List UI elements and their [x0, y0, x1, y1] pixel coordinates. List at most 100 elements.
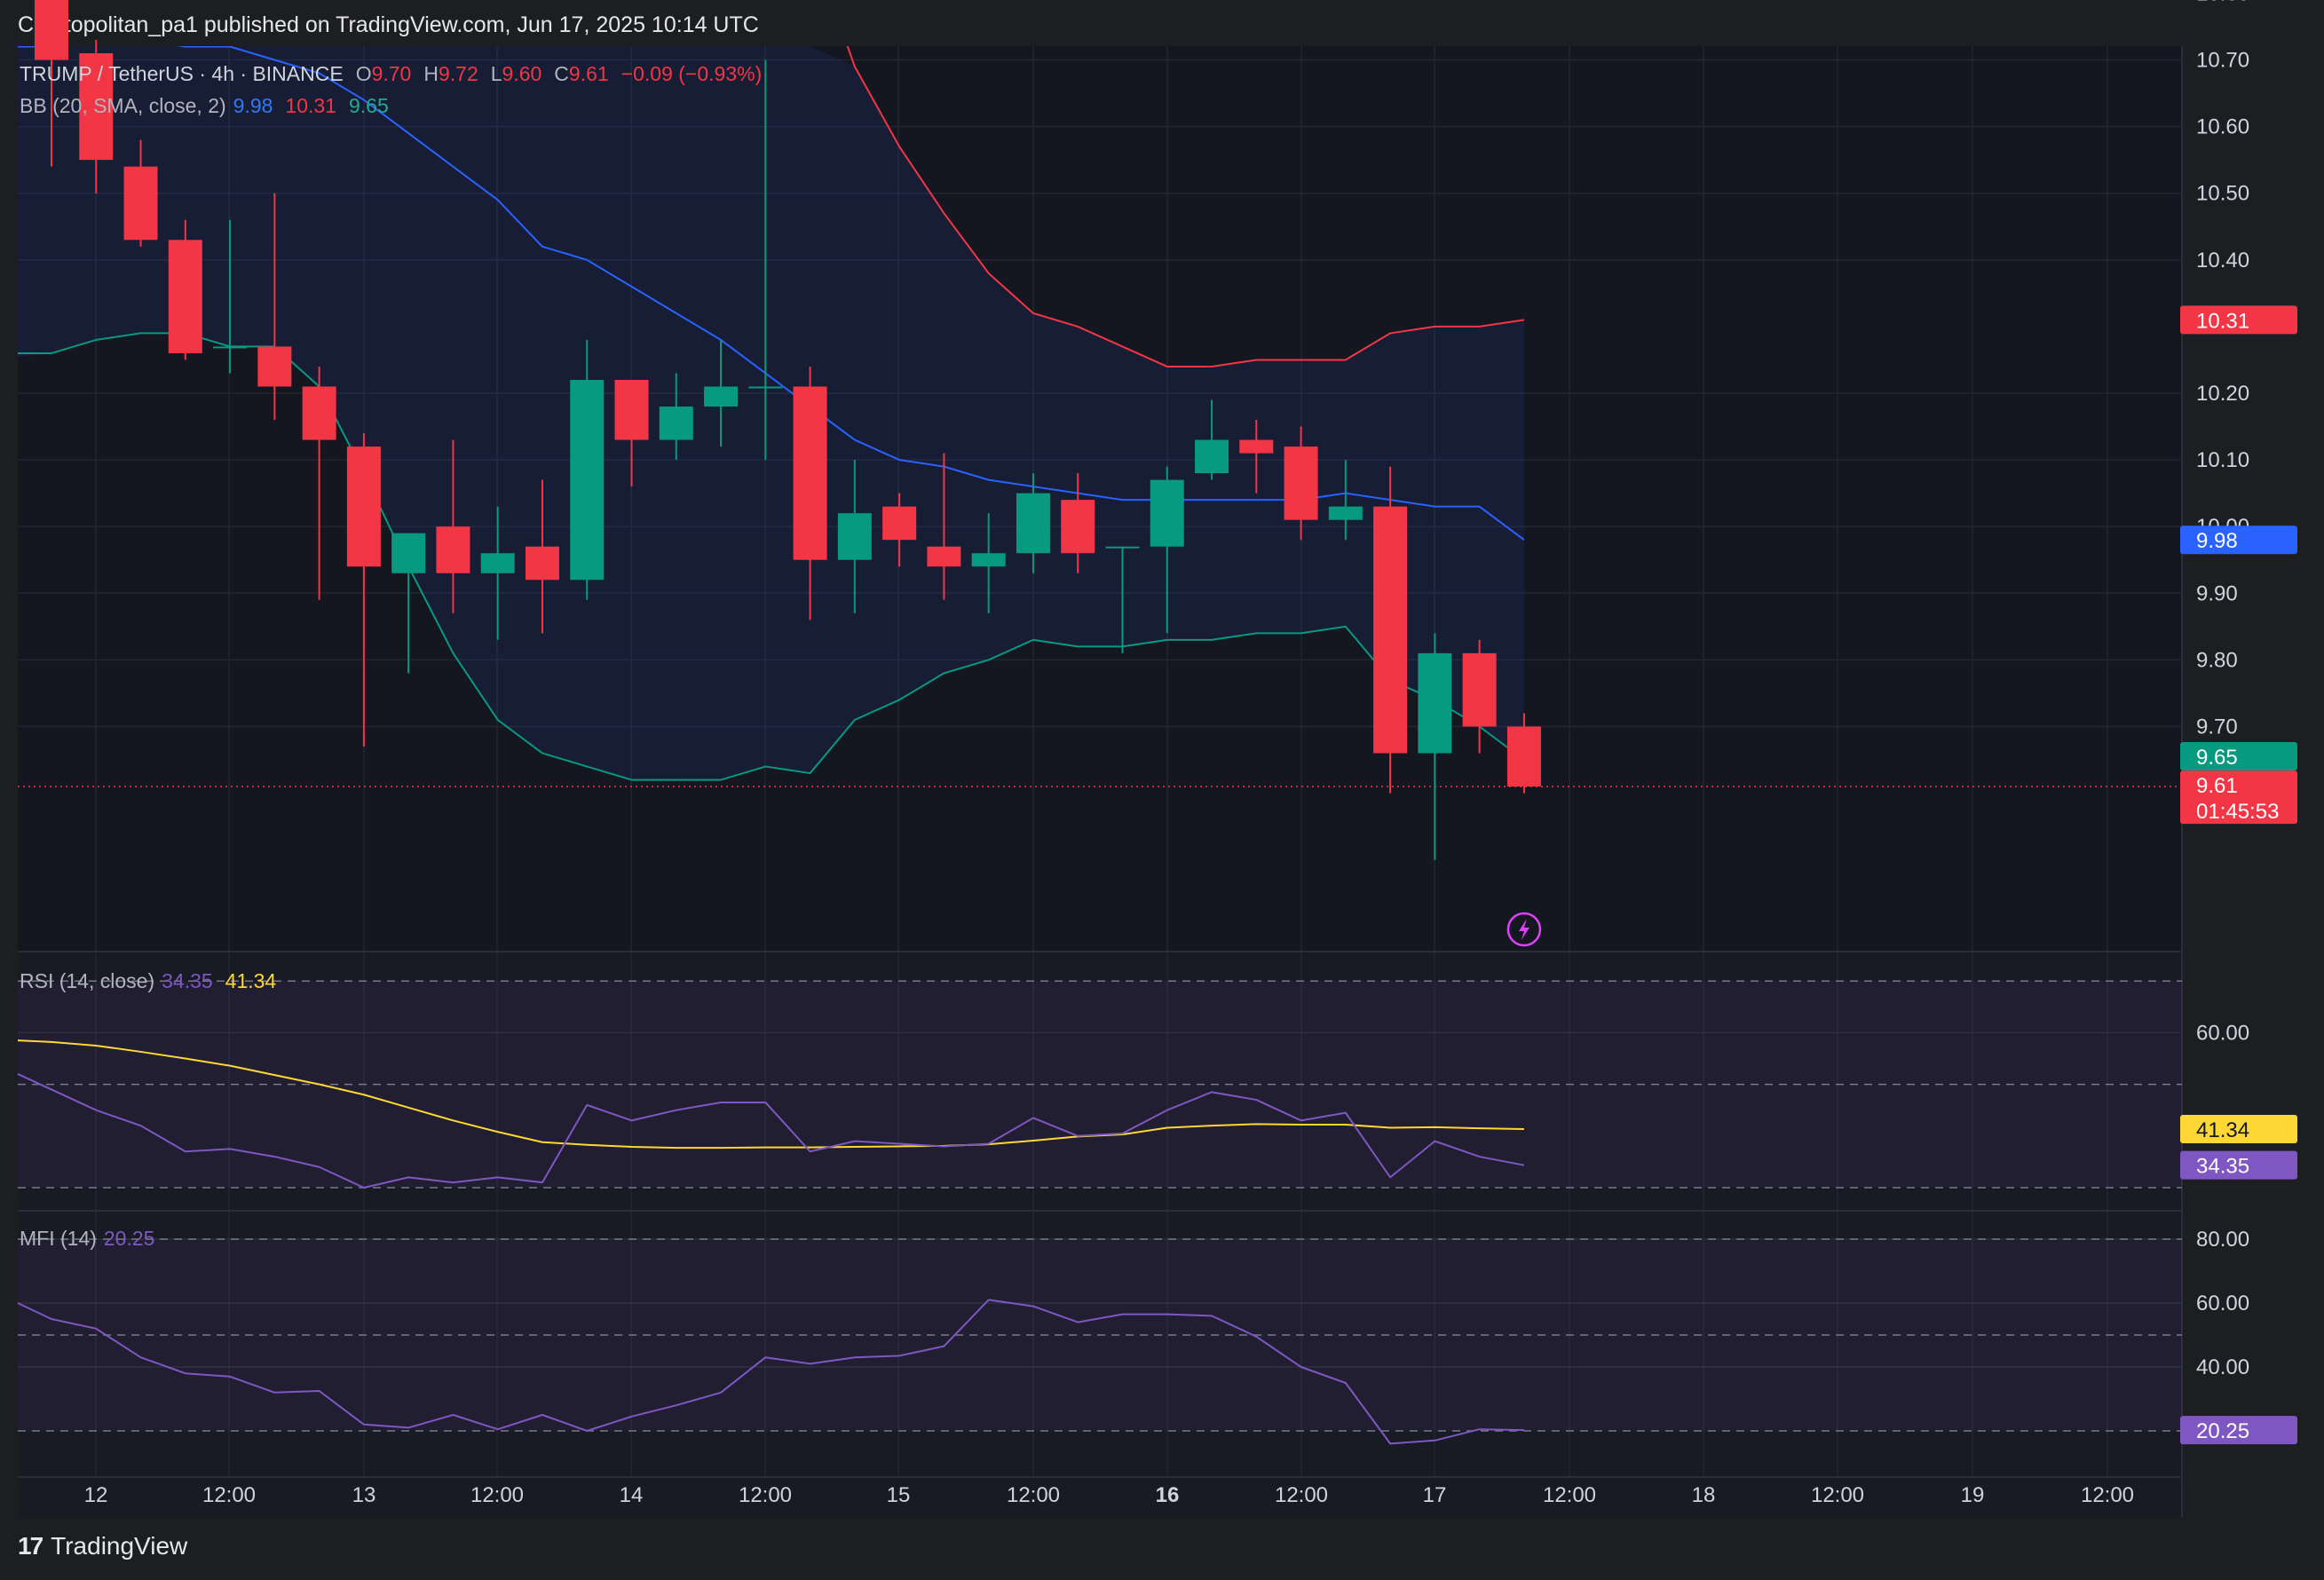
candle-body — [570, 379, 605, 581]
time-tick-label: 12:00 — [1811, 1483, 1864, 1507]
time-tick-label: 18 — [1692, 1483, 1716, 1507]
candle-body — [882, 506, 917, 541]
candle-body — [480, 553, 515, 573]
candle-body — [1239, 439, 1274, 454]
mfi-legend[interactable]: MFI (14) 20.25 — [20, 1227, 154, 1251]
time-tick-label: 15 — [887, 1483, 911, 1507]
candle-body — [213, 346, 248, 349]
mfi-tick-label: 80.00 — [2196, 1228, 2249, 1252]
price-tick-label: 10.80 — [2196, 0, 2249, 5]
candle[interactable] — [1373, 466, 1408, 794]
time-tick-label: 12:00 — [2081, 1483, 2134, 1507]
bb-title[interactable]: BB (20, SMA, close, 2) — [20, 94, 226, 118]
candle-body — [659, 407, 693, 440]
candle-body — [1462, 652, 1497, 727]
candle-body — [704, 386, 739, 407]
rsi-tag-text: 34.35 — [2196, 1155, 2249, 1179]
mfi-band-fill — [18, 1239, 2182, 1431]
candle-body — [1105, 546, 1140, 549]
rsi-tag: 34.35 — [2180, 1150, 2297, 1180]
candle-body — [837, 513, 872, 560]
price-tick-label: 9.90 — [2196, 581, 2238, 605]
candle-body — [1373, 506, 1408, 754]
candle-body — [302, 386, 336, 440]
time-tick-label: 13 — [352, 1483, 376, 1507]
symbol-legend[interactable]: TRUMP / TetherUS · 4h · BINANCE O 9.70 H… — [20, 62, 762, 86]
candle-body — [1506, 726, 1541, 787]
time-tick-label: 12:00 — [1275, 1483, 1328, 1507]
candle-body — [1195, 439, 1229, 474]
time-tick-label: 19 — [1961, 1483, 1985, 1507]
tradingview-logo-icon: 17 — [18, 1532, 43, 1560]
bb-lower-value: 9.65 — [348, 94, 389, 117]
time-tick-label: 17 — [1423, 1483, 1447, 1507]
time-tick-label: 12:00 — [1543, 1483, 1596, 1507]
high-label: H — [423, 62, 439, 85]
rsi-ma-value: 41.34 — [225, 969, 277, 992]
time-tick-label: 12:00 — [1007, 1483, 1060, 1507]
time-tick-label: 12:00 — [739, 1483, 792, 1507]
mfi-title[interactable]: MFI (14) — [20, 1227, 97, 1251]
price-tick-label: 10.20 — [2196, 382, 2249, 406]
rsi-ma-tag: 41.34 — [2180, 1115, 2297, 1144]
chart-canvas[interactable]: 10.8010.7010.6010.5010.4010.2010.1010.00… — [0, 0, 2324, 1580]
rsi-legend[interactable]: RSI (14, close) 34.35 41.34 — [20, 969, 276, 993]
candle-body — [346, 446, 381, 567]
candle-body — [436, 526, 470, 573]
low-label: L — [490, 62, 502, 85]
candle-body — [1061, 500, 1095, 554]
last-price-tag-countdown: 01:45:53 — [2196, 800, 2279, 824]
candle-body — [614, 379, 649, 440]
price-tick-label: 10.60 — [2196, 115, 2249, 139]
candle-body — [35, 0, 68, 60]
brand-name: TradingView — [51, 1532, 188, 1560]
candle-body — [1328, 506, 1363, 520]
open-label: O — [355, 62, 372, 85]
symbol-title[interactable]: TRUMP / TetherUS · 4h · BINANCE — [20, 62, 344, 86]
candle-body — [748, 386, 783, 389]
change-value: −0.09 (−0.93%) — [621, 62, 763, 85]
candle-body — [168, 240, 202, 353]
mfi-tag: 20.25 — [2180, 1416, 2297, 1445]
time-tick-label: 16 — [1156, 1483, 1180, 1507]
bb-upper-tag: 10.31 — [2180, 305, 2297, 335]
low-value: 9.60 — [502, 62, 542, 85]
bb-basis-tag-text: 9.98 — [2196, 529, 2238, 553]
candle-body — [391, 533, 426, 573]
mfi-tick-label: 60.00 — [2196, 1292, 2249, 1315]
last-price-tag: 9.6101:45:53 — [2180, 770, 2297, 825]
close-label: C — [554, 62, 569, 85]
mfi-value: 20.25 — [103, 1227, 155, 1250]
price-tick-label: 9.70 — [2196, 715, 2238, 739]
tradingview-footer[interactable]: 17 TradingView — [18, 1532, 187, 1560]
price-tick-label: 10.50 — [2196, 182, 2249, 206]
price-tick-label: 10.10 — [2196, 448, 2249, 472]
price-tick-label: 9.80 — [2196, 648, 2238, 672]
bb-upper-tag-text: 10.31 — [2196, 309, 2249, 333]
last-price-tag-text: 9.61 — [2196, 774, 2238, 798]
time-tick-label: 12:00 — [202, 1483, 256, 1507]
rsi-ma-tag-text: 41.34 — [2196, 1118, 2249, 1142]
bb-lower-tag-text: 9.65 — [2196, 746, 2238, 770]
candle[interactable] — [168, 219, 202, 360]
bb-lower-tag: 9.65 — [2180, 742, 2297, 771]
rsi-value: 34.35 — [162, 969, 213, 992]
candle-body — [123, 166, 158, 241]
bb-basis-tag: 9.98 — [2180, 525, 2297, 555]
time-tick-label: 12 — [84, 1483, 108, 1507]
candle-body — [1150, 479, 1184, 547]
rsi-title[interactable]: RSI (14, close) — [20, 969, 154, 993]
candle-body — [1418, 652, 1452, 754]
bb-upper-value: 10.31 — [285, 94, 336, 117]
bb-legend[interactable]: BB (20, SMA, close, 2) 9.98 10.31 9.65 — [20, 94, 389, 118]
bb-basis-value: 9.98 — [233, 94, 273, 117]
price-tick-label: 10.40 — [2196, 249, 2249, 273]
candle-body — [1016, 493, 1050, 554]
mfi-tick-label: 40.00 — [2196, 1355, 2249, 1379]
rsi-tick-label: 60.00 — [2196, 1021, 2249, 1045]
candle-body — [257, 346, 292, 387]
mfi-tag-text: 20.25 — [2196, 1419, 2249, 1443]
price-tags: 10.319.989.659.6101:45:5341.3434.3520.25 — [2180, 305, 2297, 1445]
candle-body — [793, 386, 827, 560]
rsi-band-fill — [18, 981, 2182, 1188]
